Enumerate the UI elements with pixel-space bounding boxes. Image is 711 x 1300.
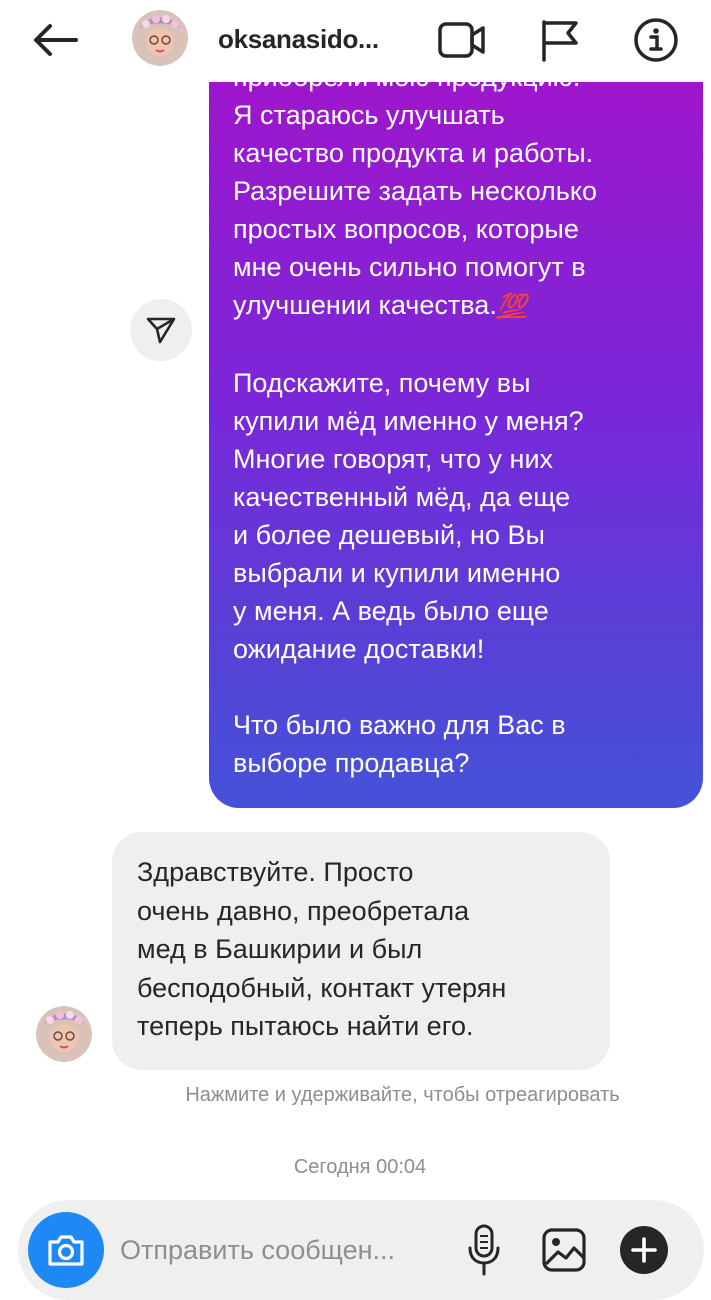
- back-button[interactable]: [28, 18, 82, 62]
- message-line: и более дешевый, но Вы: [233, 520, 545, 550]
- gallery-button[interactable]: [540, 1226, 588, 1274]
- image-icon: [542, 1228, 586, 1272]
- voice-message-button[interactable]: [464, 1222, 504, 1278]
- paper-plane-icon: [146, 317, 176, 344]
- outgoing-message-bubble[interactable]: приобрели мою продукцию. Я стараюсь улуч…: [209, 78, 703, 808]
- message-line: у меня. А ведь было еще: [233, 596, 549, 626]
- arrow-left-icon: [34, 24, 78, 56]
- report-button[interactable]: [536, 16, 588, 64]
- dm-thread-screen: oksanasido... приобрели мою продукцию. Я…: [0, 0, 711, 1300]
- message-line: Что было важно для Вас в: [233, 710, 566, 740]
- microphone-icon: [468, 1224, 500, 1276]
- message-line: ожидание доставки!: [233, 634, 485, 664]
- more-options-button[interactable]: [620, 1226, 668, 1274]
- message-composer: [18, 1200, 704, 1300]
- message-line: купили мёд именно у меня?: [233, 406, 584, 436]
- message-line: выборе продавца?: [233, 748, 470, 778]
- message-line: теперь пытаюсь найти его.: [137, 1011, 474, 1041]
- hundred-points-emoji: 💯: [496, 293, 527, 320]
- info-icon: [634, 18, 678, 62]
- message-line: качество продукта и работы.: [233, 138, 594, 168]
- message-line: простых вопросов, которые: [233, 214, 579, 244]
- video-camera-icon: [438, 22, 485, 58]
- message-timestamp: Сегодня 00:04: [293, 1156, 427, 1178]
- message-line: очень давно, преобретала: [137, 895, 470, 926]
- video-call-button[interactable]: [436, 16, 488, 64]
- message-line: Разрешите задать несколько: [233, 176, 597, 206]
- camera-button[interactable]: [28, 1212, 104, 1288]
- message-line-text: улучшении качества.: [233, 290, 497, 320]
- chat-header: oksanasido...: [0, 0, 711, 82]
- react-hint: Нажмите и удерживайте, чтобы отреагирова…: [185, 1084, 620, 1106]
- message-line: мне очень сильно помогут в: [233, 252, 586, 282]
- camera-icon: [48, 1235, 84, 1266]
- message-line: улучшении качества.💯: [233, 286, 685, 326]
- message-line: Я стараюсь улучшать: [233, 100, 505, 130]
- message-input[interactable]: [120, 1228, 452, 1272]
- message-line: выбрали и купили именно: [233, 558, 561, 588]
- plus-icon: [631, 1237, 657, 1263]
- incoming-message-bubble[interactable]: Здравствуйте. Просто очень давно, преобр…: [112, 832, 610, 1070]
- info-button[interactable]: [630, 16, 682, 64]
- share-message-button[interactable]: [130, 299, 192, 361]
- message-line: Многие говорят, что у них: [233, 444, 554, 474]
- contact-username[interactable]: oksanasido...: [218, 24, 379, 55]
- message-line: Подскажите, почему вы: [233, 368, 531, 398]
- message-line: бесподобный, контакт утерян: [137, 972, 507, 1003]
- message-line: Здравствуйте. Просто: [137, 857, 414, 887]
- message-line: мед в Башкирии и был: [137, 934, 423, 964]
- message-line: качественный мёд, да еще: [233, 482, 571, 512]
- contact-avatar[interactable]: [132, 10, 188, 66]
- flag-icon: [542, 20, 578, 62]
- sender-avatar[interactable]: [36, 1006, 92, 1062]
